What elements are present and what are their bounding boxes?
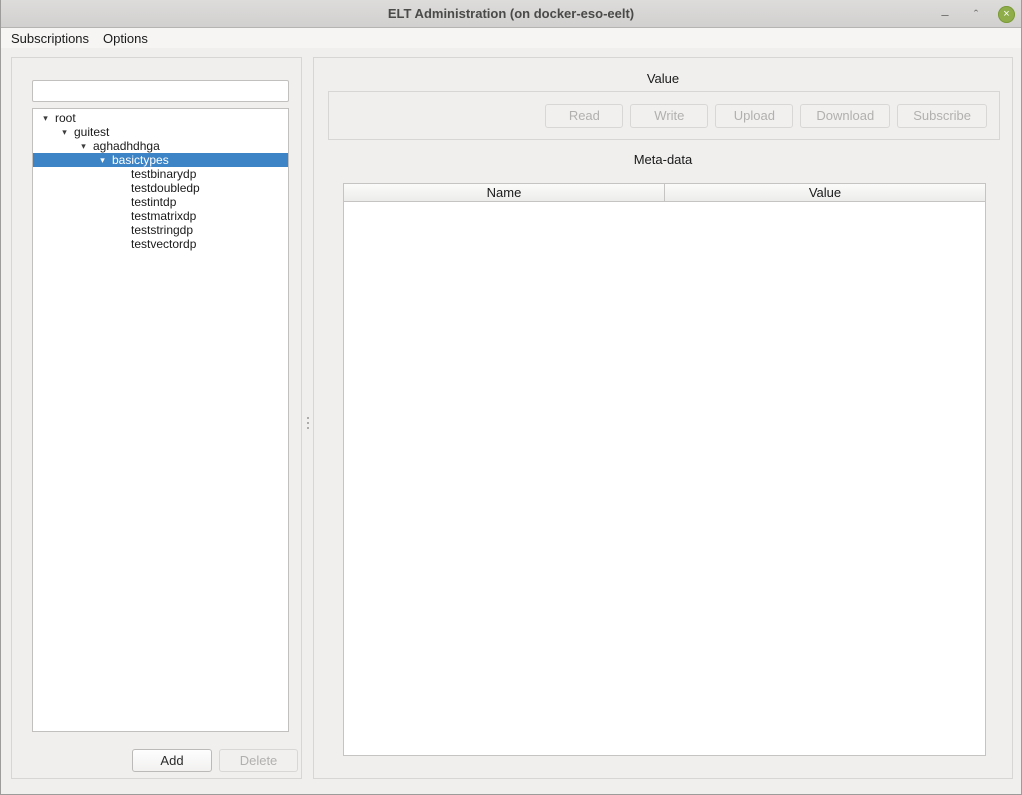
- tree-item-aghadhdhga[interactable]: ▾ aghadhdhga: [33, 139, 288, 153]
- expander-icon[interactable]: ▾: [96, 153, 109, 167]
- tree-item-root[interactable]: ▾ root: [33, 111, 288, 125]
- menubar: Subscriptions Options: [1, 28, 1021, 48]
- menu-subscriptions[interactable]: Subscriptions: [4, 29, 96, 48]
- tree-item-label: teststringdp: [128, 223, 193, 237]
- tree-item-label: aghadhdhga: [90, 139, 160, 153]
- tree-item-testintdp[interactable]: testintdp: [33, 195, 288, 209]
- filter-input[interactable]: [32, 80, 289, 102]
- value-actions-box: Read Write Upload Download Subscribe: [328, 91, 1000, 140]
- minimize-icon[interactable]: –: [936, 5, 954, 23]
- delete-button[interactable]: Delete: [219, 749, 298, 772]
- subscribe-button[interactable]: Subscribe: [897, 104, 987, 128]
- tree-panel: ▾ root ▾ guitest ▾ aghadhdhga ▾ basictyp…: [11, 57, 302, 779]
- expander-icon[interactable]: ▾: [39, 111, 52, 125]
- tree-item-label: testvectordp: [128, 237, 196, 251]
- maximize-icon[interactable]: ˆ: [967, 5, 985, 23]
- tree-item-label: testbinarydp: [128, 167, 196, 181]
- tree-item-guitest[interactable]: ▾ guitest: [33, 125, 288, 139]
- metadata-table-header: Name Value: [344, 184, 985, 202]
- column-header-value[interactable]: Value: [665, 184, 985, 201]
- metadata-table-body: [344, 202, 985, 755]
- tree-item-label: testdoubledp: [128, 181, 200, 195]
- write-button[interactable]: Write: [630, 104, 708, 128]
- tree-item-testvectordp[interactable]: testvectordp: [33, 237, 288, 251]
- detail-panel: Value Read Write Upload Download Subscri…: [313, 57, 1013, 779]
- download-button[interactable]: Download: [800, 104, 890, 128]
- splitter-handle[interactable]: [303, 57, 312, 779]
- titlebar: ELT Administration (on docker-eso-eelt) …: [1, 0, 1021, 28]
- expander-icon[interactable]: ▾: [58, 125, 71, 139]
- upload-button[interactable]: Upload: [715, 104, 793, 128]
- metadata-section-title: Meta-data: [314, 152, 1012, 167]
- menu-options[interactable]: Options: [96, 29, 155, 48]
- column-header-name[interactable]: Name: [344, 184, 665, 201]
- tree-item-basictypes[interactable]: ▾ basictypes: [33, 153, 288, 167]
- window-title: ELT Administration (on docker-eso-eelt): [388, 6, 634, 21]
- add-button[interactable]: Add: [132, 749, 212, 772]
- close-icon[interactable]: ×: [998, 6, 1015, 23]
- tree-item-label: guitest: [71, 125, 109, 139]
- tree-item-label: root: [52, 111, 76, 125]
- tree-item-teststringdp[interactable]: teststringdp: [33, 223, 288, 237]
- tree-item-label: basictypes: [109, 153, 169, 167]
- tree-item-label: testintdp: [128, 195, 176, 209]
- value-section-title: Value: [314, 71, 1012, 86]
- tree-item-testmatrixdp[interactable]: testmatrixdp: [33, 209, 288, 223]
- metadata-table: Name Value: [343, 183, 986, 756]
- expander-icon[interactable]: ▾: [77, 139, 90, 153]
- tree-item-testbinarydp[interactable]: testbinarydp: [33, 167, 288, 181]
- read-button[interactable]: Read: [545, 104, 623, 128]
- tree-item-testdoubledp[interactable]: testdoubledp: [33, 181, 288, 195]
- datapoint-tree: ▾ root ▾ guitest ▾ aghadhdhga ▾ basictyp…: [32, 108, 289, 732]
- window-controls: – ˆ ×: [936, 0, 1015, 28]
- tree-item-label: testmatrixdp: [128, 209, 196, 223]
- app-window: ELT Administration (on docker-eso-eelt) …: [0, 0, 1022, 795]
